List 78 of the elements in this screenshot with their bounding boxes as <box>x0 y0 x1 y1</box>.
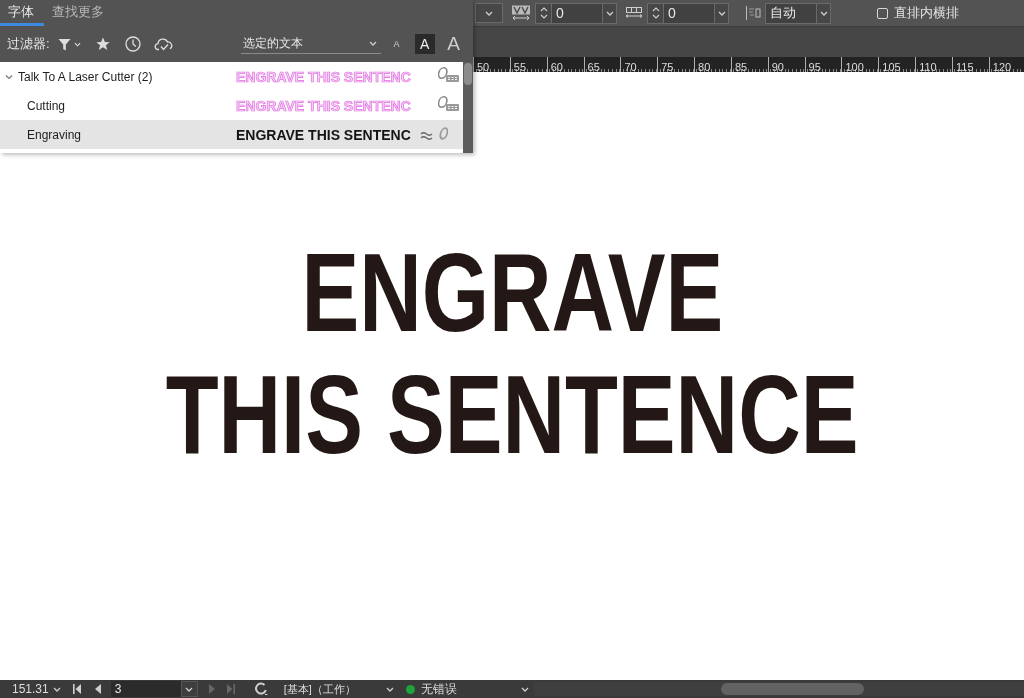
caret-down-icon <box>485 10 493 16</box>
font-style-name: Engraving <box>27 127 82 142</box>
font-list-row[interactable]: Engraving ENGRAVE THIS SENTENC <box>0 120 463 149</box>
preview-text-dropdown[interactable]: 选定的文本 <box>240 34 381 54</box>
ruler-number: 65 <box>587 61 600 72</box>
caret-down-icon[interactable] <box>520 686 529 692</box>
previous-page-icon[interactable] <box>94 684 101 694</box>
preview-size-button[interactable]: A <box>444 34 463 54</box>
filter-label: 过滤器: <box>7 35 50 53</box>
panel-tab[interactable]: 查找更多 <box>44 0 114 26</box>
dropdown-button[interactable] <box>817 2 831 24</box>
panel-tab[interactable]: 字体 <box>0 0 44 26</box>
caret-down-icon[interactable] <box>52 686 61 692</box>
kerning-field[interactable]: 0 <box>551 2 603 24</box>
ruler-number: 55 <box>513 61 527 72</box>
approx-icon[interactable] <box>420 130 433 140</box>
scrollbar-track[interactable] <box>463 62 473 153</box>
ruler-number: 85 <box>734 61 748 72</box>
font-list-row[interactable]: Cutting ENGRAVE THIS SENTENC <box>0 91 463 120</box>
caret-down-icon <box>185 686 194 692</box>
preflight-status: 无错误 <box>420 682 458 696</box>
filter-icon[interactable] <box>57 37 71 51</box>
ruler-number: 100 <box>845 61 864 72</box>
page-number-field[interactable]: 3 <box>110 681 181 697</box>
caret-down-icon <box>819 10 828 16</box>
font-style-name: Cutting <box>27 98 66 113</box>
caret-down-icon[interactable] <box>385 686 394 692</box>
tracking-icon <box>625 6 643 20</box>
caret-down-icon[interactable] <box>73 41 81 47</box>
scrollbar-thumb[interactable] <box>464 63 472 85</box>
ruler-number: 70 <box>624 61 637 72</box>
ruler-number: 105 <box>882 61 901 72</box>
ruler-number: 90 <box>771 61 784 72</box>
clock-icon[interactable] <box>124 36 141 52</box>
ruler-number: 75 <box>661 61 674 72</box>
star-icon[interactable] <box>95 37 110 51</box>
canvas-text-line: THIS SENTENCE <box>165 354 859 476</box>
font-preview: ENGRAVE THIS SENTENC <box>236 126 412 143</box>
checkbox[interactable] <box>877 7 888 19</box>
scrollbar-thumb[interactable] <box>721 683 864 695</box>
caret-down-icon <box>717 10 726 16</box>
kerning-icon <box>511 5 531 21</box>
alignment-icon <box>745 5 761 21</box>
font-preview: ENGRAVE THIS SENTENC <box>236 97 412 114</box>
ruler-number: 115 <box>955 61 974 72</box>
dropdown-button[interactable] <box>715 2 729 24</box>
ruler-number: 60 <box>550 61 563 72</box>
canvas-text-line: ENGRAVE <box>301 232 723 354</box>
preview-size-button[interactable]: A <box>414 34 435 54</box>
ruler-number: 110 <box>919 61 937 72</box>
dropdown-button[interactable] <box>603 2 617 24</box>
up-down-chevron-icon <box>539 6 548 20</box>
caret-down-icon <box>605 10 614 16</box>
svg-font-icon <box>438 67 459 82</box>
cloud-check-icon[interactable] <box>153 37 173 51</box>
font-list-row[interactable]: Talk To A Laser Cutter (2) ENGRAVE THIS SENTENC <box>0 62 463 91</box>
ruler-number: 50 <box>477 61 490 72</box>
ruler-number: 95 <box>808 61 821 72</box>
first-page-icon[interactable] <box>72 684 81 694</box>
zoom-level[interactable]: 151.31 <box>12 682 49 696</box>
caret-down-icon <box>368 41 377 46</box>
ring-icon[interactable] <box>253 682 268 696</box>
opentype-icon <box>438 126 448 140</box>
svg-font-icon <box>438 96 459 111</box>
checkbox-label[interactable]: 直排内横排 <box>894 4 959 22</box>
stepper-button[interactable] <box>535 2 551 24</box>
font-preview: ENGRAVE THIS SENTENC <box>236 68 412 85</box>
alignment-field[interactable]: 自动 <box>765 2 817 24</box>
font-family-name: Talk To A Laser Cutter (2) <box>18 69 153 84</box>
tracking-field[interactable]: 0 <box>663 2 715 24</box>
ruler-number: 80 <box>698 61 711 72</box>
stepper-button[interactable] <box>647 2 663 24</box>
up-down-chevron-icon <box>651 6 660 20</box>
dropdown-button[interactable] <box>475 3 503 23</box>
chevron-down-icon[interactable] <box>5 72 13 81</box>
preview-size-button[interactable]: A <box>388 34 405 54</box>
preflight-profile[interactable]: [基本]（工作） <box>283 682 380 696</box>
ruler-number: 120 <box>992 61 1012 72</box>
